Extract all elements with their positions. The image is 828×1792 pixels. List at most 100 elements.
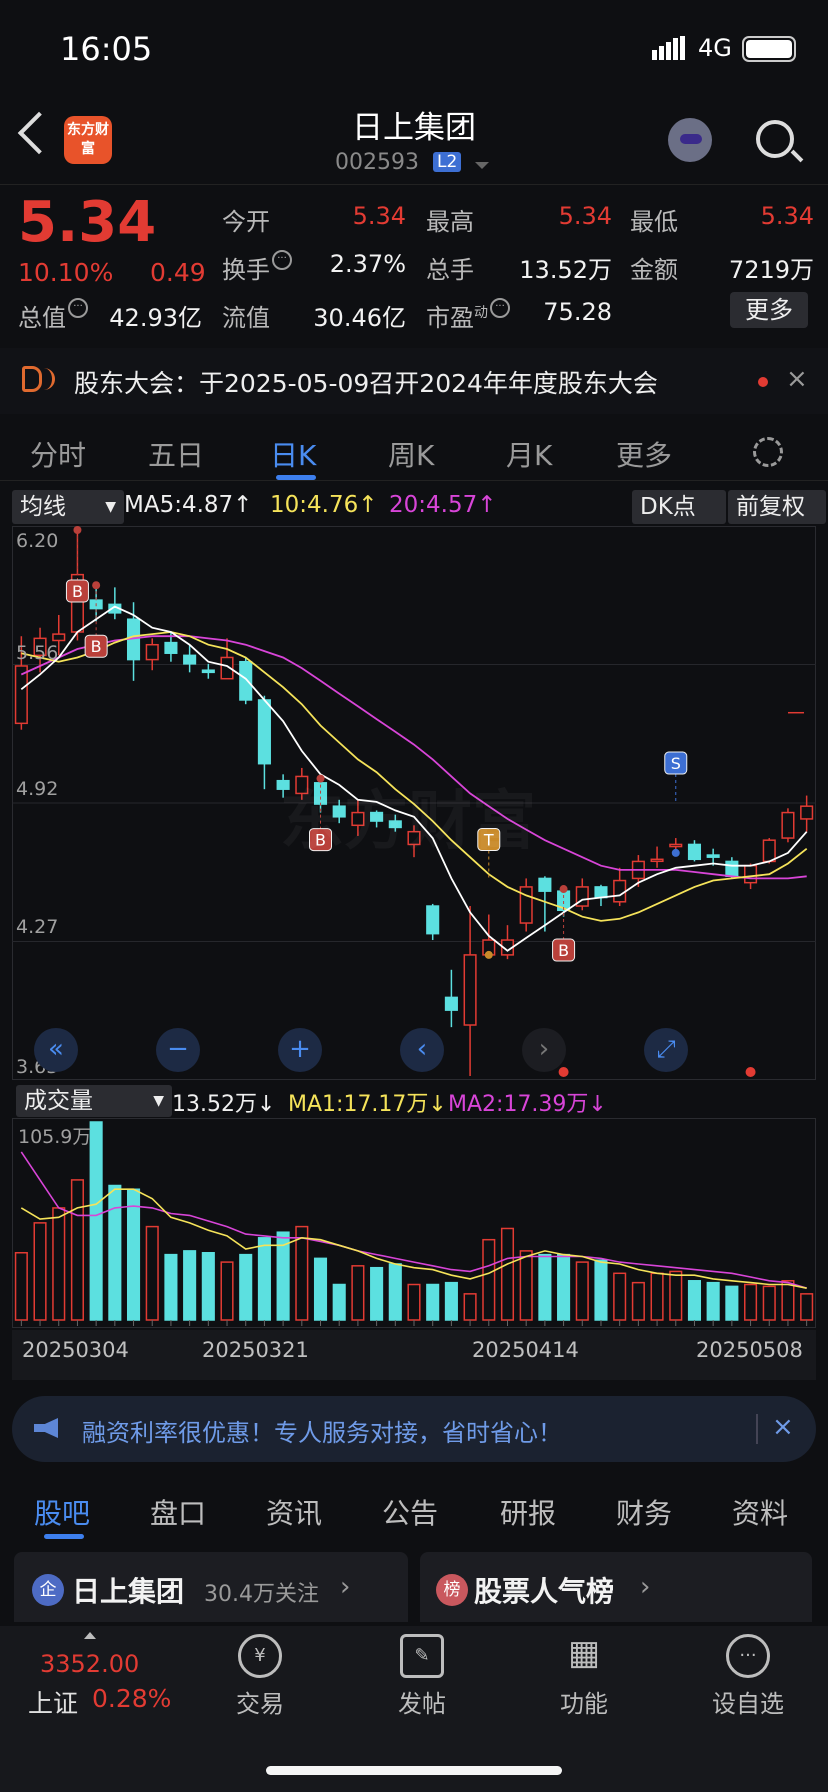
tab-day-k[interactable]: 日K [270, 434, 316, 474]
company-icon: 企 [32, 1574, 64, 1606]
function-icon[interactable]: ▦ [562, 1634, 606, 1678]
volume-bar [183, 1250, 197, 1321]
trade-icon[interactable]: ¥ [238, 1634, 282, 1678]
candle [183, 654, 197, 665]
candle [52, 633, 66, 642]
signal-label: S [671, 754, 681, 773]
ma10-value: 10:4.76↑ [270, 492, 378, 518]
tab-pankou[interactable]: 盘口 [150, 1492, 206, 1532]
nav-add-watchlist[interactable]: 设自选 [712, 1684, 784, 1719]
volume-bar [557, 1253, 571, 1321]
volume-bar [444, 1281, 458, 1321]
volume-bar [631, 1281, 645, 1321]
chevron-right-icon: › [340, 1572, 351, 1602]
tab-finance[interactable]: 财务 [616, 1492, 672, 1532]
signal-dot [484, 950, 493, 959]
close-icon[interactable]: × [786, 364, 808, 394]
volume-bar [706, 1281, 720, 1321]
nav-trade[interactable]: 交易 [236, 1684, 284, 1719]
nav-function[interactable]: 功能 [560, 1684, 608, 1719]
status-time: 16:05 [60, 30, 153, 68]
tab-guba[interactable]: 股吧 [34, 1492, 90, 1532]
signal-dot [559, 885, 568, 894]
info-icon[interactable]: ··· [272, 250, 292, 270]
open-label: 今开 [222, 208, 270, 236]
scroll-start-button[interactable]: « [34, 1028, 78, 1072]
gear-icon[interactable] [753, 437, 783, 467]
more-icon[interactable]: ··· [726, 1634, 770, 1678]
ranking-icon: 榜 [436, 1574, 468, 1606]
volume-label: 总手 [426, 256, 474, 284]
signal-label: B [91, 637, 102, 656]
tab-week-k[interactable]: 周K [388, 434, 434, 474]
expand-icon: ⤢ [656, 1035, 676, 1063]
candle [257, 699, 271, 765]
float-value: 30.46亿 [313, 304, 406, 332]
signal-dot [73, 526, 82, 534]
indicator-select[interactable]: 均线 ▼ [12, 490, 124, 524]
card-followers: 30.4万关注 [204, 1582, 319, 1607]
network-label: 4G [698, 34, 732, 62]
zoom-out-button[interactable]: − [156, 1028, 200, 1072]
high-label: 最高 [426, 208, 474, 236]
level2-badge[interactable]: L2 [433, 152, 462, 172]
close-icon[interactable]: × [772, 1412, 794, 1442]
tab-more[interactable]: 更多 [616, 434, 672, 474]
turnover-label: 换手 ··· [222, 250, 292, 285]
ma20-value: 20:4.57↑ [389, 492, 497, 518]
minus-icon: − [167, 1034, 189, 1064]
tab-intraday[interactable]: 分时 [30, 434, 86, 474]
divider [0, 480, 828, 481]
candle [164, 641, 178, 654]
dk-point-toggle[interactable]: DK点 [632, 490, 726, 524]
notice-text[interactable]: 股东大会：于2025-05-09召开2024年年度股东大会 [74, 364, 658, 400]
current-price: 5.34 [18, 190, 157, 255]
index-name[interactable]: 上证 [28, 1684, 78, 1720]
fullscreen-button[interactable]: ⤢ [644, 1028, 688, 1072]
tab-five-day[interactable]: 五日 [148, 434, 204, 474]
chevron-down-icon: ▼ [153, 1093, 164, 1109]
post-icon[interactable]: ✎ [400, 1634, 444, 1678]
chevron-down-icon[interactable] [475, 162, 489, 169]
signal-dot [92, 581, 101, 590]
zoom-in-button[interactable]: + [278, 1028, 322, 1072]
tab-research[interactable]: 研报 [500, 1492, 556, 1532]
ai-assistant-visor [680, 134, 702, 144]
info-icon[interactable]: ··· [490, 298, 510, 318]
volume-bar [70, 1179, 84, 1321]
y-axis-label: 5.56 [16, 642, 59, 664]
tab-month-k[interactable]: 月K [506, 434, 552, 474]
tab-news[interactable]: 资讯 [266, 1492, 322, 1532]
turnover-value: 2.37% [329, 250, 406, 278]
volume-bar [744, 1283, 758, 1321]
search-icon[interactable] [756, 120, 794, 158]
promo-text[interactable]: 融资利率很优惠！专人服务对接，省时省心！ [82, 1413, 562, 1448]
volume-bar [519, 1250, 533, 1321]
pe-label-text: 市盈 [426, 304, 474, 332]
candle [201, 669, 215, 674]
nav-post[interactable]: 发帖 [398, 1684, 446, 1719]
card-title: 股票人气榜 [474, 1575, 615, 1608]
double-left-icon: « [48, 1034, 64, 1064]
volume-indicator-select[interactable]: 成交量 ▼ [16, 1085, 172, 1117]
candle [762, 839, 776, 863]
tab-profile[interactable]: 资料 [732, 1492, 788, 1532]
divider [756, 1414, 758, 1444]
index-value[interactable]: 3352.00 [40, 1650, 139, 1678]
volume-bar [762, 1285, 776, 1321]
candle [145, 643, 159, 661]
amount-label: 金额 [630, 256, 678, 284]
adjust-toggle[interactable]: 前复权 [728, 490, 826, 524]
index-change[interactable]: 0.28% [92, 1684, 171, 1713]
scroll-left-button[interactable]: ‹ [400, 1028, 444, 1072]
volume-max-label: 105.9万 [18, 1126, 92, 1148]
tab-announcement[interactable]: 公告 [382, 1492, 438, 1532]
volume-chart[interactable] [12, 1118, 816, 1328]
more-button[interactable]: 更多 [730, 292, 808, 328]
high-value: 5.34 [558, 202, 612, 230]
scroll-right-button[interactable]: › [522, 1028, 566, 1072]
info-icon[interactable]: ··· [68, 298, 88, 318]
volume-value: 13.52万↓ [172, 1092, 276, 1117]
candle [426, 905, 440, 935]
volume-bar [388, 1263, 402, 1321]
